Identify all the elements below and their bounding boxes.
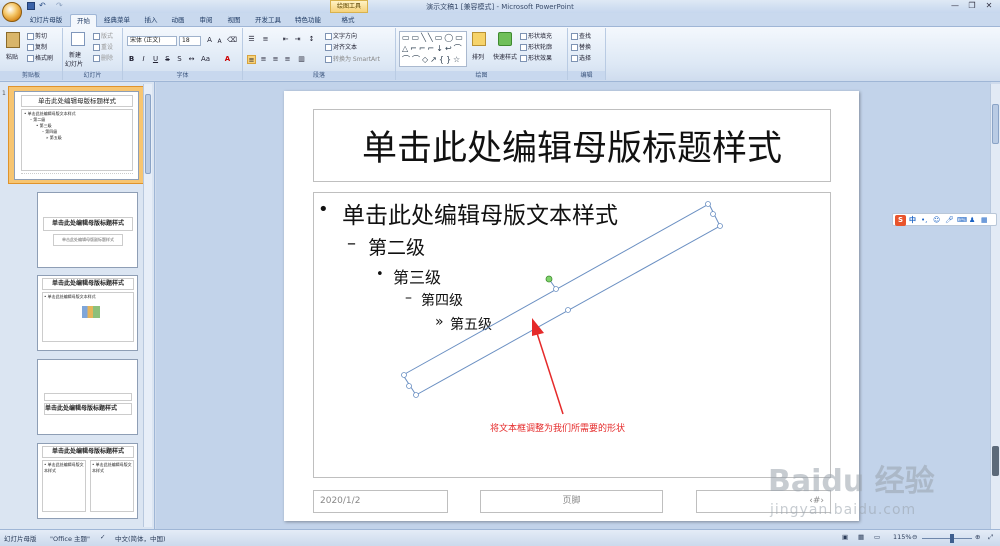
sogou-emoji-icon[interactable]: ☺ xyxy=(933,215,940,226)
view-slideshow-icon[interactable]: ▭ xyxy=(874,533,880,541)
zoom-slider[interactable] xyxy=(922,538,972,539)
sogou-skin-icon[interactable]: ♟ xyxy=(969,215,975,226)
spellcheck-icon[interactable]: ✓ xyxy=(100,533,105,541)
status-view: 幻灯片母版 xyxy=(4,535,37,543)
sogou-tools-icon[interactable]: ▦ xyxy=(981,215,988,226)
sogou-logo-icon[interactable]: S xyxy=(895,215,906,226)
status-language: 中文(简体，中国) xyxy=(115,535,166,543)
sogou-keyboard-icon[interactable]: ⌨ xyxy=(957,215,967,226)
fit-window-icon[interactable]: ⤢ xyxy=(988,533,993,542)
sogou-chinese-mode[interactable]: 中 xyxy=(909,215,916,226)
view-sorter-icon[interactable]: ▦ xyxy=(858,533,864,541)
zoom-out-icon[interactable]: ⊖ xyxy=(912,533,917,541)
zoom-level[interactable]: 115% xyxy=(893,533,912,541)
resize-handle-n[interactable] xyxy=(553,286,559,292)
status-bar: 幻灯片母版 "Office 主题" ✓ 中文(简体，中国) ▣ ▦ ▭ 115%… xyxy=(0,529,1000,546)
resize-handle-e[interactable] xyxy=(710,211,716,217)
resize-handle-nw[interactable] xyxy=(401,372,407,378)
watermark-url: jingyan.baidu.com xyxy=(770,502,917,518)
rotated-textbox[interactable] xyxy=(402,203,721,396)
watermark-brand: Baidu 经验 xyxy=(768,464,935,499)
status-theme: "Office 主题" xyxy=(50,535,91,543)
red-arrow xyxy=(532,318,564,415)
resize-handle-ne[interactable] xyxy=(705,201,711,207)
baidu-watermark: Baidu 经验 jingyan.baidu.com xyxy=(768,452,953,524)
annotation-note: 将文本框调整为我们所需要的形状 xyxy=(490,424,626,434)
zoom-slider-thumb[interactable] xyxy=(950,534,954,543)
resize-handle-s[interactable] xyxy=(565,307,571,313)
resize-handle-w[interactable] xyxy=(406,383,412,389)
rotation-handle[interactable] xyxy=(545,275,553,283)
view-normal-icon[interactable]: ▣ xyxy=(842,533,848,541)
zoom-in-icon[interactable]: ⊕ xyxy=(975,533,980,541)
resize-handle-se[interactable] xyxy=(717,223,723,229)
sogou-punct-icon[interactable]: •, xyxy=(921,215,927,226)
sogou-ime-toolbar[interactable]: S 中 •, ☺ 🎤︎ ⌨ ♟ ▦ xyxy=(892,213,997,226)
sogou-mic-icon[interactable]: 🎤︎ xyxy=(945,215,954,226)
resize-handle-sw[interactable] xyxy=(413,392,419,398)
